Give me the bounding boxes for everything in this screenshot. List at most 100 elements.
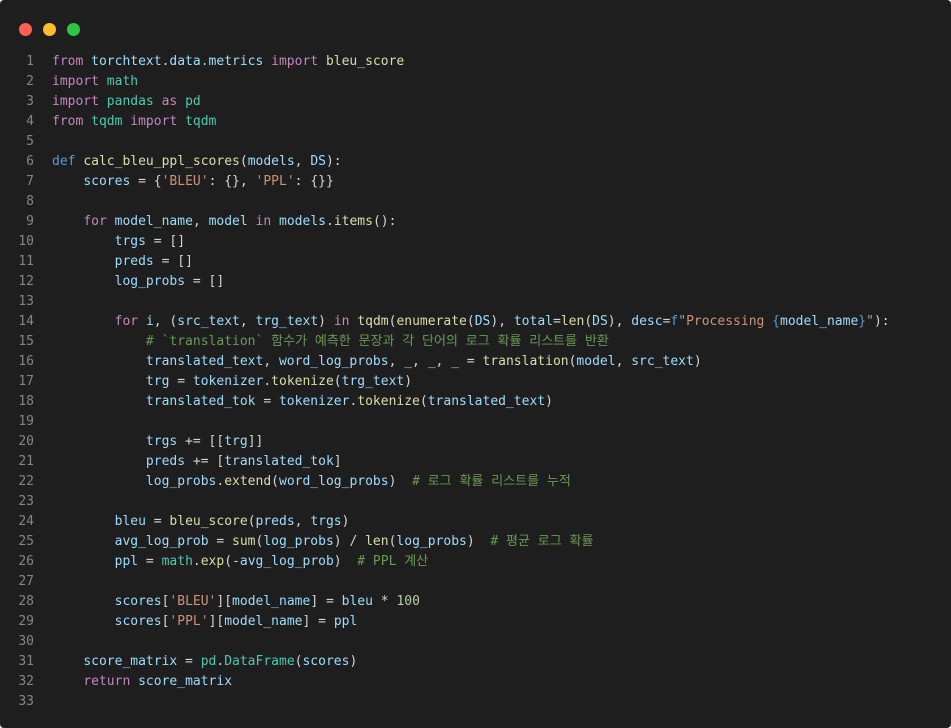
code-line: 7 scores = {'BLEU': {}, 'PPL': {}}: [0, 172, 951, 192]
code-token: in: [333, 314, 350, 329]
line-number: 24: [18, 514, 34, 529]
code-token: (: [247, 514, 256, 529]
line-number: 2: [26, 74, 34, 89]
code-token: preds: [145, 454, 186, 469]
code-token: score_matrix: [138, 674, 233, 689]
line-number: 23: [18, 494, 34, 509]
code-token: src_text: [631, 354, 694, 369]
code-token: 'PPL': [169, 614, 209, 629]
code-token: ,: [412, 354, 428, 369]
line-number: 16: [18, 354, 34, 369]
code-line: 21 preds += [translated_tok]: [0, 452, 951, 472]
code-token: model_name: [114, 214, 193, 229]
line-number: 25: [18, 534, 34, 549]
code-token: avg_log_prob: [114, 534, 209, 549]
line-number: 17: [18, 374, 34, 389]
line-source: score_matrix = pd.DataFrame(scores): [52, 652, 357, 672]
code-token: translated_text: [145, 354, 264, 369]
code-line: 11 preds = []: [0, 252, 951, 272]
code-token: tokenizer: [278, 394, 350, 409]
code-token: pd: [200, 654, 217, 669]
code-line: 12 log_probs = []: [0, 272, 951, 292]
code-token: translated_text: [427, 394, 546, 409]
code-line: 26 ppl = math.exp(-avg_log_prob) # PPL 계…: [0, 552, 951, 572]
code-token: model: [576, 354, 616, 369]
code-token: ),: [490, 314, 514, 329]
maximize-button[interactable]: [67, 23, 80, 36]
code-token: len: [365, 534, 389, 549]
code-token: for: [114, 314, 139, 329]
code-token: preds: [114, 254, 154, 269]
line-source: scores = {'BLEU': {}, 'PPL': {}}: [52, 172, 334, 192]
code-token: import: [271, 54, 319, 69]
line-number: 33: [18, 694, 34, 709]
code-token: 'PPL': [255, 174, 295, 189]
code-line: 33: [0, 692, 951, 712]
code-token: ,: [388, 354, 405, 369]
code-token: model: [208, 214, 248, 229]
code-token: DataFrame: [224, 654, 295, 669]
line-source: trgs = []: [52, 232, 185, 252]
code-token: tqdm: [91, 114, 123, 129]
line-number: 20: [18, 434, 34, 449]
code-token: =: [145, 514, 170, 529]
code-line: 22 log_probs.extend(word_log_probs) # 로그…: [0, 472, 951, 492]
code-token: word_log_probs: [278, 354, 389, 369]
code-token: DS: [592, 314, 608, 329]
line-source: scores['PPL'][model_name] = ppl: [52, 612, 358, 632]
line-source: trg = tokenizer.tokenize(trg_text): [52, 372, 412, 392]
code-token: # PPL 계산: [357, 554, 429, 569]
code-token: {: [772, 314, 780, 329]
code-token: =: [169, 374, 193, 389]
code-token: bleu_score: [169, 514, 248, 529]
code-token: tqdm: [185, 114, 217, 129]
code-token: total: [513, 314, 553, 329]
line-number: 14: [18, 314, 34, 329]
code-token: # 평균 로그 확률: [490, 534, 594, 549]
line-number: 30: [18, 634, 34, 649]
code-token: from: [52, 114, 84, 129]
code-token: ][: [208, 614, 225, 629]
code-token: return: [83, 674, 131, 689]
line-number: 7: [26, 174, 34, 189]
code-token: (: [239, 154, 248, 169]
code-token: models: [279, 214, 326, 229]
code-token: =: [177, 654, 201, 669]
line-source: preds = []: [52, 252, 193, 272]
code-token: (: [333, 374, 342, 389]
code-token: len: [560, 314, 585, 329]
line-source: translated_text, word_log_probs, _, _, _…: [52, 352, 702, 372]
code-token: translated_tok: [145, 394, 256, 409]
code-token: = []: [145, 234, 186, 249]
line-number: 31: [18, 654, 34, 669]
code-token: ,: [263, 354, 279, 369]
line-source: preds += [translated_tok]: [52, 452, 342, 472]
code-token: bleu_score: [325, 54, 405, 69]
line-number: 9: [26, 214, 34, 229]
code-token: log_probs: [145, 474, 217, 489]
code-line: 19: [0, 412, 951, 432]
code-token: from: [52, 54, 84, 69]
line-number: 26: [18, 554, 34, 569]
minimize-button[interactable]: [43, 23, 56, 36]
code-token: += [: [185, 454, 225, 469]
code-block[interactable]: 1 from torchtext.data.metrics import bleu…: [0, 52, 951, 712]
line-number: 3: [26, 94, 34, 109]
code-token: log_probs: [396, 534, 467, 549]
code-token: (: [419, 394, 428, 409]
line-number: 11: [18, 254, 34, 269]
code-token: trgs: [145, 434, 178, 449]
close-button[interactable]: [19, 23, 32, 36]
code-line: 32 return score_matrix: [0, 672, 951, 692]
